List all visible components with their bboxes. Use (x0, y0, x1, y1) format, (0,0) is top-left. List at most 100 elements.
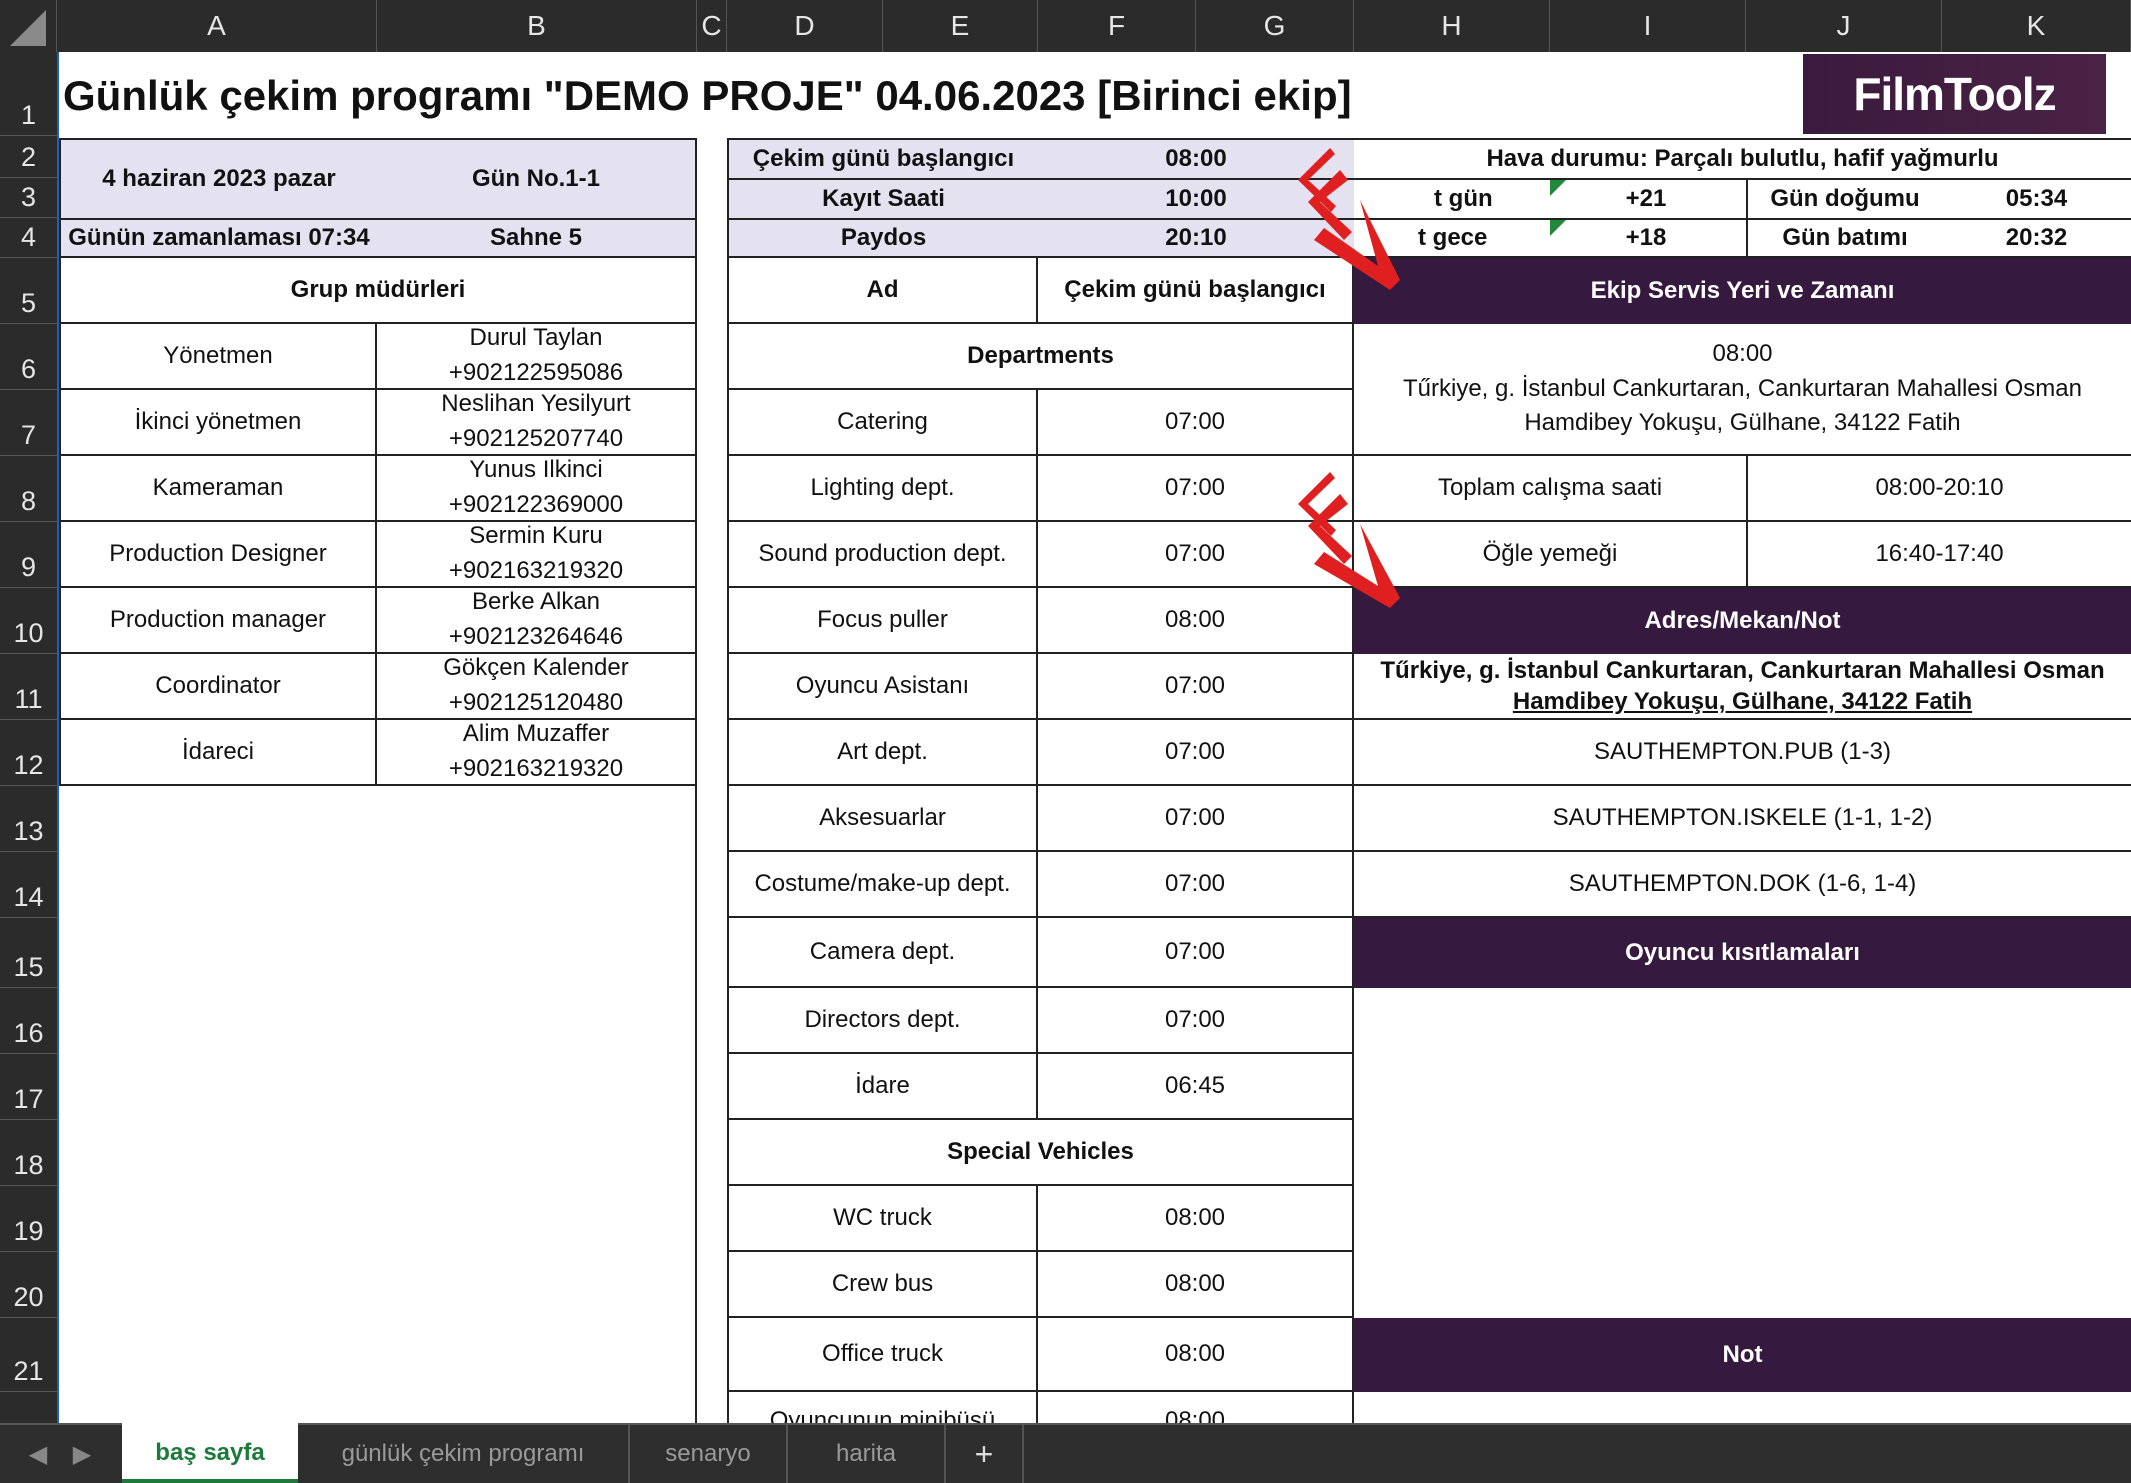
vehicle-time[interactable]: 08:00 (1038, 1186, 1354, 1252)
row-header-5[interactable]: 5 (0, 258, 57, 324)
department-name[interactable]: Catering (727, 390, 1038, 456)
note-header[interactable]: Not (1354, 1318, 2131, 1392)
column-header-f[interactable]: F (1038, 0, 1196, 52)
department-time[interactable]: 07:00 (1038, 786, 1354, 852)
actor-restrictions-header[interactable]: Oyuncu kısıtlamaları (1354, 918, 2131, 988)
tab-scroll-left-icon[interactable]: ◀ (18, 1425, 58, 1483)
sunrise-label[interactable]: Gün doğumu (1746, 178, 1942, 218)
row-header-21[interactable]: 21 (0, 1318, 57, 1392)
manager-role[interactable]: İdareci (59, 720, 377, 786)
department-name[interactable]: Sound production dept. (727, 522, 1038, 588)
record-label[interactable]: Kayıt Saati (727, 178, 1038, 218)
department-time[interactable]: 07:00 (1038, 918, 1354, 988)
vehicle-time[interactable]: 08:00 (1038, 1392, 1354, 1423)
row-header-10[interactable]: 10 (0, 588, 57, 654)
group-managers-header[interactable]: Grup müdürleri (59, 258, 697, 324)
row-header-8[interactable]: 8 (0, 456, 57, 522)
address-details[interactable]: Tűrkiye, g. İstanbul Cankurtaran, Cankur… (1354, 654, 2131, 720)
sunset-label[interactable]: Gün batımı (1746, 218, 1942, 258)
address-header[interactable]: Adres/Mekan/Not (1354, 588, 2131, 654)
sunset-value[interactable]: 20:32 (1942, 218, 2131, 258)
vehicle-time[interactable]: 08:00 (1038, 1252, 1354, 1318)
empty-area[interactable] (377, 786, 697, 1423)
row-header-12[interactable]: 12 (0, 720, 57, 786)
special-vehicles-section[interactable]: Special Vehicles (727, 1120, 1354, 1186)
department-time[interactable]: 07:00 (1038, 988, 1354, 1054)
column-header-i[interactable]: I (1550, 0, 1746, 52)
manager-role[interactable]: İkinci yönetmen (59, 390, 377, 456)
department-time[interactable]: 07:00 (1038, 654, 1354, 720)
row-header-16[interactable]: 16 (0, 988, 57, 1054)
column-header-j[interactable]: J (1746, 0, 1942, 52)
lunch-label[interactable]: Öğle yemeği (1354, 522, 1746, 588)
department-time[interactable]: 07:00 (1038, 852, 1354, 918)
row-header-20[interactable]: 20 (0, 1252, 57, 1318)
manager-role[interactable]: Production manager (59, 588, 377, 654)
night-temp-value[interactable]: +18 (1546, 218, 1746, 258)
lunch-value[interactable]: 16:40-17:40 (1746, 522, 2131, 588)
dept-name-header[interactable]: Ad (727, 258, 1038, 324)
tab-harita[interactable]: harita (788, 1425, 946, 1483)
department-name[interactable]: İdare (727, 1054, 1038, 1120)
manager-contact[interactable]: Alim Muzaffer +902163219320 (377, 720, 697, 786)
row-header-19[interactable]: 19 (0, 1186, 57, 1252)
tab-bas-sayfa[interactable]: baş sayfa (122, 1423, 298, 1483)
row-header-9[interactable]: 9 (0, 522, 57, 588)
tab-senaryo[interactable]: senaryo (630, 1425, 788, 1483)
add-sheet-button[interactable]: + (946, 1425, 1024, 1483)
row-header-14[interactable]: 14 (0, 852, 57, 918)
location-item[interactable]: SAUTHEMPTON.PUB (1-3) (1354, 720, 2131, 786)
department-time[interactable]: 06:45 (1038, 1054, 1354, 1120)
row-header-17[interactable]: 17 (0, 1054, 57, 1120)
start-label[interactable]: Çekim günü başlangıcı (727, 138, 1038, 178)
manager-contact[interactable]: Gökçen Kalender +902125120480 (377, 654, 697, 720)
row-header-1[interactable]: 1 (0, 52, 57, 136)
manager-contact[interactable]: Neslihan Yesilyurt +902125207740 (377, 390, 697, 456)
vehicle-name[interactable]: Oyuncunun minibüsü (727, 1392, 1038, 1423)
department-name[interactable]: Lighting dept. (727, 456, 1038, 522)
column-header-c[interactable]: C (697, 0, 727, 52)
row-header-22[interactable] (0, 1392, 57, 1423)
sunrise-value[interactable]: 05:34 (1942, 178, 2131, 218)
row-header-18[interactable]: 18 (0, 1120, 57, 1186)
department-name[interactable]: Aksesuarlar (727, 786, 1038, 852)
department-name[interactable]: Art dept. (727, 720, 1038, 786)
department-name[interactable]: Directors dept. (727, 988, 1038, 1054)
location-item[interactable]: SAUTHEMPTON.DOK (1-6, 1-4) (1354, 852, 2131, 918)
row-header-3[interactable]: 3 (0, 178, 57, 218)
row-header-6[interactable]: 6 (0, 324, 57, 390)
manager-role[interactable]: Coordinator (59, 654, 377, 720)
select-all-corner[interactable] (0, 0, 57, 52)
row-header-2[interactable]: 2 (0, 136, 57, 178)
manager-contact[interactable]: Sermin Kuru +902163219320 (377, 522, 697, 588)
actor-restrictions-content[interactable] (1354, 988, 2131, 1318)
location-item[interactable]: SAUTHEMPTON.ISKELE (1-1, 1-2) (1354, 786, 2131, 852)
column-header-a[interactable]: A (57, 0, 377, 52)
column-header-g[interactable]: G (1196, 0, 1354, 52)
day-timing[interactable]: Günün zamanlaması 07:34 (59, 218, 377, 258)
department-name[interactable]: Oyuncu Asistanı (727, 654, 1038, 720)
column-header-b[interactable]: B (377, 0, 697, 52)
crew-service-header[interactable]: Ekip Servis Yeri ve Zamanı (1354, 258, 2131, 324)
manager-contact[interactable]: Durul Taylan +902122595086 (377, 324, 697, 390)
row-header-7[interactable]: 7 (0, 390, 57, 456)
day-number[interactable]: Gün No.1-1 (377, 138, 697, 218)
weather-title[interactable]: Hava durumu: Parçalı bulutlu, hafif yağm… (1354, 138, 2131, 178)
manager-role[interactable]: Production Designer (59, 522, 377, 588)
row-header-13[interactable]: 13 (0, 786, 57, 852)
shoot-date[interactable]: 4 haziran 2023 pazar (59, 138, 377, 218)
manager-contact[interactable]: Berke Alkan +902123264646 (377, 588, 697, 654)
column-header-d[interactable]: D (727, 0, 883, 52)
vehicle-time[interactable]: 08:00 (1038, 1318, 1354, 1392)
vehicle-name[interactable]: Office truck (727, 1318, 1038, 1392)
manager-role[interactable]: Yönetmen (59, 324, 377, 390)
tab-scroll-right-icon[interactable]: ▶ (62, 1425, 102, 1483)
day-temp-value[interactable]: +21 (1546, 178, 1746, 218)
row-header-4[interactable]: 4 (0, 218, 57, 258)
department-time[interactable]: 07:00 (1038, 720, 1354, 786)
row-header-11[interactable]: 11 (0, 654, 57, 720)
total-hours-value[interactable]: 08:00-20:10 (1746, 456, 2131, 522)
department-time[interactable]: 07:00 (1038, 390, 1354, 456)
department-name[interactable]: Costume/make-up dept. (727, 852, 1038, 918)
total-hours-label[interactable]: Toplam calışma saati (1354, 456, 1746, 522)
